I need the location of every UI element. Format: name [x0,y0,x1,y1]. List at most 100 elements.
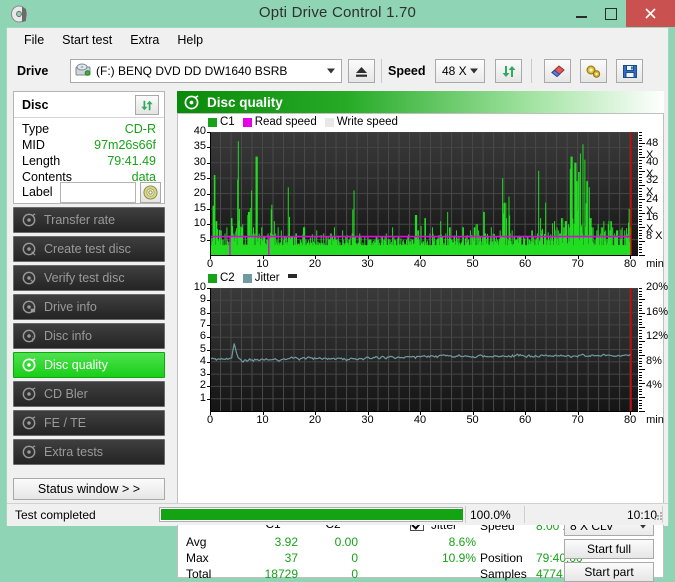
axis-tick [639,377,642,379]
axis-tick [639,190,642,192]
axis-tick-label-x: 40 [413,414,427,426]
axis-tick [639,357,642,359]
jitter-chart-plot[interactable] [210,288,638,411]
settings-button[interactable] [580,59,607,83]
axis-tick-label-x: 10 [256,258,269,270]
axis-tick [639,288,642,289]
x-axis-line [210,255,638,256]
disc-row-type: Type CD-R [14,122,164,138]
drive-select[interactable]: (F:) BENQ DVD DD DW1640 BSRB [70,59,342,83]
axis-tick [639,391,642,393]
start-full-button[interactable]: Start full [564,539,654,559]
axis-tick-label-x: 0 [206,258,214,270]
axis-tick [639,173,642,175]
axis-tick [210,255,211,259]
disc-label-button[interactable] [140,182,161,203]
close-button[interactable] [626,0,675,27]
erase-button[interactable] [544,59,571,83]
legend-jitter: Jitter [242,272,280,284]
disc-speed-icon [22,213,36,227]
disc-refresh-button[interactable] [135,95,159,115]
axis-tick [639,145,642,147]
maximize-button[interactable] [596,0,626,27]
axis-tick-label-right: 24 X [646,192,659,217]
axis-tick-label-x: 30 [361,414,374,426]
axis-tick-label: 8 [199,305,206,318]
axis-tick [577,255,579,259]
disc-row-mid: MID 97m26s66f [14,138,164,154]
eject-icon [356,66,367,77]
window-controls [566,0,675,27]
save-button[interactable] [616,59,643,83]
axis-tick-label-x: 60 [518,414,532,426]
left-panel: Disc Type CD-R MID 97m26s66f Length 79:4… [7,91,173,526]
disc-info-icon: i [22,329,36,343]
axis-tick [639,321,642,323]
axis-tick [639,363,642,365]
axis-tick [639,293,642,295]
axis-tick [639,185,645,187]
menu-extra[interactable]: Extra [121,30,168,50]
axis-tick [639,137,642,139]
eject-button[interactable] [348,59,375,83]
legend-read-speed: Read speed [242,116,317,128]
sidebar-item-disc-info[interactable]: i Disc info [13,323,165,349]
sidebar-item-transfer-rate[interactable]: Transfer rate [13,207,165,233]
axis-tick [639,388,642,390]
stats-row-total: Total [186,567,212,581]
c1-chart-plot[interactable] [210,132,638,255]
chart1-legend: C1 Read speed Write speed [208,116,406,128]
axis-tick [639,213,645,215]
disc-type-value: CD-R [124,122,156,136]
sidebar-item-fe-te[interactable]: FE / TE [13,410,165,436]
axis-tick [639,176,642,178]
sidebar-label: Verify test disc [44,271,125,285]
axis-tick [472,411,474,415]
stats-max-c1: 37 [284,551,298,565]
axis-tick [367,255,369,259]
axis-tick [639,159,642,161]
sidebar-item-disc-quality[interactable]: Disc quality [13,352,165,378]
minimize-button[interactable] [566,0,596,27]
axis-tick-label: 6 [199,330,206,343]
stats-avg-jitter: 8.6% [448,535,476,549]
refresh-button[interactable] [495,59,522,83]
menu-file[interactable]: File [15,30,53,50]
resize-grip-icon[interactable] [654,512,664,522]
stats-row-max: Max [186,551,209,565]
drive-info-icon [22,300,36,314]
sidebar-item-extra-tests[interactable]: Extra tests [13,439,165,465]
axis-tick-label-x: 50 [466,258,479,270]
stats-avg-c2: 0.00 [334,535,358,549]
sidebar-item-drive-info[interactable]: Drive info [13,294,165,320]
menu-help[interactable]: Help [168,30,212,50]
disc-fete-icon [22,416,36,430]
disc-quality-icon [22,358,36,372]
axis-tick [639,201,642,203]
axis-tick [639,315,642,317]
sidebar-item-verify-test-disc[interactable]: Verify test disc [13,265,165,291]
axis-tick [639,140,642,142]
sidebar-label: Create test disc [44,242,131,256]
app-window: Opti Drive Control 1.70 File Start test … [0,0,675,582]
legend-swatch-extra [287,273,297,278]
start-part-button[interactable]: Start part [564,562,654,582]
panel-header: Disc quality [177,91,664,113]
axis-tick-label: 35 [193,140,206,153]
legend-label-read-speed: Read speed [254,116,317,128]
speed-select[interactable]: 48 X [435,59,485,83]
speed-label: Speed [388,64,426,78]
axis-tick [639,385,642,387]
sidebar-item-cd-bler[interactable]: CD Bler [13,381,165,407]
menu-start-test[interactable]: Start test [53,30,121,50]
axis-tick-label-right: 12% [646,330,669,343]
axis-tick [639,310,642,312]
axis-tick [639,343,642,345]
axis-tick [639,332,642,334]
status-window-button[interactable]: Status window > > [13,478,165,500]
axis-tick [639,324,642,326]
sidebar-item-create-test-disc[interactable]: Create test disc [13,236,165,262]
progress-bar [159,507,463,522]
disc-label-input[interactable] [60,182,136,203]
axis-tick [639,341,645,343]
